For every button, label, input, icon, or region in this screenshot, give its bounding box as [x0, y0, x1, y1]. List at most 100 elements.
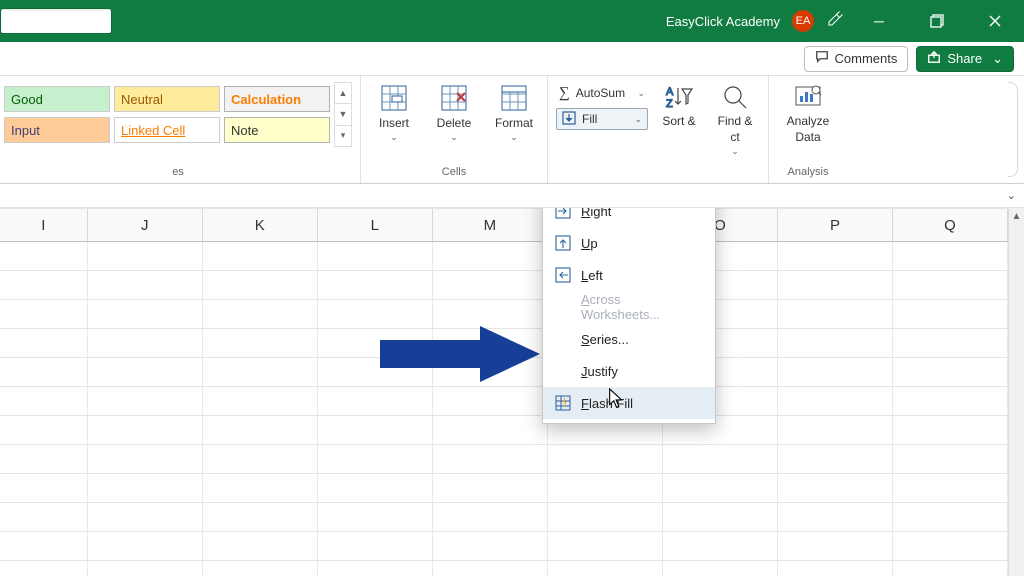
menu-item-label: Justify — [581, 364, 618, 379]
fill-down-icon — [562, 111, 576, 128]
sort-filter-icon: AZ — [664, 82, 694, 112]
styles-group: Good Neutral Calculation Input Linked Ce… — [0, 76, 361, 183]
ribbon-end-decoration — [1008, 82, 1018, 177]
right-icon — [555, 208, 571, 219]
analyze-sublabel: Data — [795, 130, 820, 144]
find-select-button[interactable]: Find & ct ⌄ — [710, 82, 760, 157]
group-label-editing — [556, 164, 760, 181]
fill-menu-item[interactable]: Right — [543, 208, 715, 227]
close-button[interactable] — [972, 0, 1018, 42]
chevron-down-icon: ⌄ — [634, 114, 642, 125]
comments-label: Comments — [835, 51, 898, 66]
chevron-down-icon: ⌄ — [450, 132, 458, 143]
group-label-analysis: Analysis — [777, 164, 839, 181]
sort-label: Sort & — [662, 114, 695, 128]
col-header[interactable]: J — [88, 209, 203, 241]
find-label: Find & — [718, 114, 753, 128]
collapse-ribbon-button[interactable]: ⌄ — [1007, 189, 1016, 202]
autosum-button[interactable]: ∑ AutoSum ⌄ — [556, 82, 648, 104]
fill-menu-item[interactable]: Justify — [543, 355, 715, 387]
blank-icon — [555, 299, 571, 315]
menu-item-label: Series... — [581, 332, 629, 347]
share-button[interactable]: Share ⌄ — [916, 46, 1014, 72]
col-header[interactable]: P — [778, 209, 893, 241]
flash-icon — [555, 395, 571, 411]
delete-icon — [438, 82, 470, 114]
gallery-more-icon[interactable]: ▾ — [335, 126, 351, 146]
analyze-data-button[interactable]: Analyze Data — [777, 82, 839, 144]
cells-group: Insert ⌄ Delete ⌄ Format ⌄ Cells — [361, 76, 548, 183]
worksheet-grid[interactable]: I J K L M O P Q DownRightUpLeftAcro — [0, 208, 1008, 576]
col-header[interactable]: L — [318, 209, 433, 241]
column-headers[interactable]: I J K L M O P Q — [0, 208, 1008, 242]
group-label-styles: es — [4, 164, 352, 181]
restore-button[interactable] — [914, 0, 960, 42]
svg-text:A: A — [666, 86, 674, 98]
styles-gallery-scroll[interactable]: ▲ ▼ ▾ — [334, 82, 352, 147]
scroll-up-icon[interactable]: ▲ — [1009, 208, 1024, 224]
style-neutral[interactable]: Neutral — [114, 86, 220, 112]
chevron-down-icon: ⌄ — [992, 51, 1003, 67]
titlebar: EasyClick Academy EA ─ — [0, 0, 1024, 42]
comment-icon — [815, 50, 829, 67]
worksheet-area: I J K L M O P Q DownRightUpLeftAcro — [0, 208, 1024, 576]
style-linked-cell[interactable]: Linked Cell — [114, 117, 220, 143]
col-header[interactable]: M — [433, 209, 548, 241]
vertical-scrollbar[interactable]: ▲ — [1008, 208, 1024, 576]
find-icon — [720, 82, 750, 112]
blank-icon — [555, 331, 571, 347]
menu-item-label: Right — [581, 208, 611, 219]
format-button[interactable]: Format ⌄ — [489, 82, 539, 143]
sort-filter-button[interactable]: AZ Sort & — [654, 82, 704, 128]
annotation-arrow — [380, 326, 540, 382]
col-header[interactable]: K — [203, 209, 318, 241]
menu-item-label: Across Worksheets... — [581, 292, 703, 322]
search-box[interactable] — [0, 8, 112, 34]
col-header[interactable]: I — [0, 209, 88, 241]
insert-icon — [378, 82, 410, 114]
autosum-label: AutoSum — [576, 86, 625, 100]
analyze-label: Analyze — [787, 114, 830, 128]
rows[interactable] — [0, 242, 1008, 576]
coming-soon-icon[interactable] — [826, 10, 844, 33]
format-label: Format — [495, 116, 533, 130]
gallery-down-icon[interactable]: ▼ — [335, 104, 351, 125]
fill-menu-item[interactable]: Series... — [543, 323, 715, 355]
group-label-cells: Cells — [369, 164, 539, 181]
chevron-down-icon: ⌄ — [637, 88, 645, 99]
analyze-data-icon — [793, 82, 823, 112]
share-icon — [927, 50, 941, 67]
fill-menu-item[interactable]: Flash Fill — [543, 387, 715, 419]
avatar[interactable]: EA — [792, 10, 814, 32]
user-name: EasyClick Academy — [666, 14, 780, 29]
share-label: Share — [947, 51, 982, 66]
fill-label: Fill — [582, 112, 597, 126]
gallery-up-icon[interactable]: ▲ — [335, 83, 351, 104]
fill-button[interactable]: Fill ⌄ — [556, 108, 648, 130]
insert-button[interactable]: Insert ⌄ — [369, 82, 419, 143]
delete-label: Delete — [437, 116, 472, 130]
col-header[interactable]: Q — [893, 209, 1008, 241]
ribbon: Good Neutral Calculation Input Linked Ce… — [0, 76, 1024, 184]
style-note[interactable]: Note — [224, 117, 330, 143]
mouse-cursor-icon — [608, 388, 626, 415]
fill-menu-item[interactable]: Up — [543, 227, 715, 259]
menu-item-label: Up — [581, 236, 598, 251]
fill-menu-item[interactable]: Left — [543, 259, 715, 291]
style-good[interactable]: Good — [4, 86, 110, 112]
ribbon-collapse-row: ⌄ — [0, 184, 1024, 208]
left-icon — [555, 267, 571, 283]
blank-icon — [555, 363, 571, 379]
minimize-button[interactable]: ─ — [856, 0, 902, 42]
svg-text:Z: Z — [666, 98, 673, 110]
insert-label: Insert — [379, 116, 409, 130]
chevron-down-icon: ⌄ — [390, 132, 398, 143]
style-calculation[interactable]: Calculation — [224, 86, 330, 112]
up-icon — [555, 235, 571, 251]
delete-button[interactable]: Delete ⌄ — [429, 82, 479, 143]
format-icon — [498, 82, 530, 114]
chevron-down-icon: ⌄ — [731, 146, 739, 157]
comments-button[interactable]: Comments — [804, 46, 909, 72]
analysis-group: Analyze Data Analysis — [769, 76, 847, 183]
style-input[interactable]: Input — [4, 117, 110, 143]
